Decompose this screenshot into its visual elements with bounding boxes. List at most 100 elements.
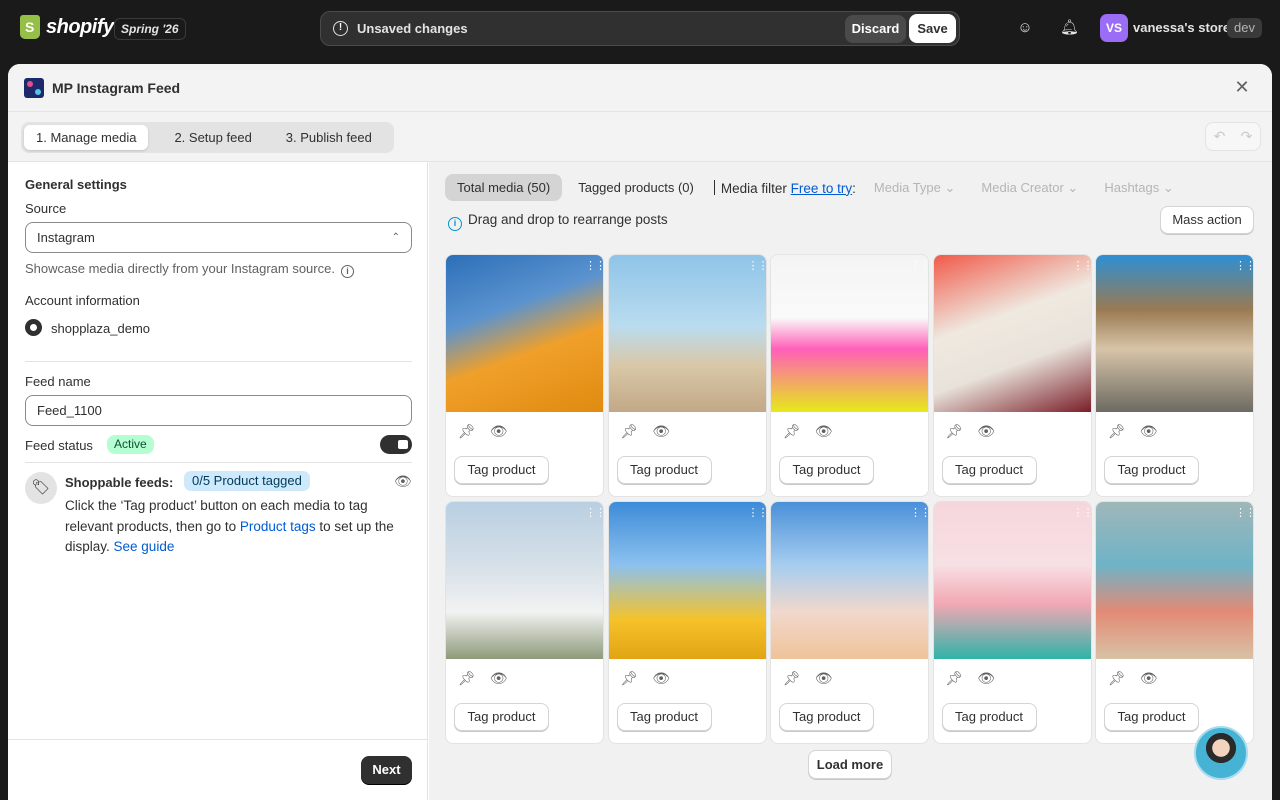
product-tags-link[interactable]: Product tags <box>240 519 316 534</box>
mass-action-button[interactable]: Mass action <box>1160 206 1254 234</box>
media-card[interactable]: ⋮⋮ 📌︎ 👁︎ Tag product <box>1095 500 1254 744</box>
eye-icon[interactable]: 👁︎ <box>490 670 508 687</box>
free-to-try-link[interactable]: Free to try <box>791 181 853 196</box>
feed-status-label: Feed status <box>25 438 93 453</box>
media-thumbnail[interactable]: ⋮⋮ <box>608 255 766 412</box>
media-card[interactable]: ⋮⋮ 📌︎ 👁︎ Tag product <box>607 254 767 497</box>
edition-badge[interactable]: Spring '26 <box>114 18 186 40</box>
media-card[interactable]: ⋮⋮ 📌︎ 👁︎ Tag product <box>445 254 604 497</box>
media-filter-label: Media filter Free to try: <box>713 179 856 196</box>
undo-icon[interactable]: ↶ <box>1206 123 1233 150</box>
eye-icon[interactable]: 👁︎ <box>394 473 412 490</box>
tag-product-button[interactable]: Tag product <box>941 702 1037 731</box>
see-guide-link[interactable]: See guide <box>114 539 175 554</box>
media-card[interactable]: ⋮⋮ 📌︎ 👁︎ Tag product <box>932 500 1092 744</box>
pin-icon[interactable]: 📌︎ <box>783 670 801 687</box>
source-select[interactable]: Instagram ⌃ <box>25 222 412 253</box>
bell-icon[interactable]: 🔔︎ <box>1060 19 1079 37</box>
drag-handle-icon[interactable]: ⋮⋮ <box>748 507 766 518</box>
account-radio[interactable] <box>25 319 42 336</box>
shopify-bag-icon <box>20 15 40 39</box>
eye-icon[interactable]: 👁︎ <box>815 670 833 687</box>
tag-product-button[interactable]: Tag product <box>779 456 874 484</box>
media-thumbnail[interactable]: ⋮⋮ <box>771 255 928 412</box>
drag-handle-icon[interactable]: ⋮⋮ <box>585 261 603 272</box>
account-name[interactable]: shopplaza_demo <box>51 321 150 336</box>
media-thumbnail[interactable]: ⋮⋮ <box>933 255 1091 412</box>
filter-hashtags-label: Hashtags <box>1104 179 1160 195</box>
support-chat-avatar[interactable] <box>1194 726 1248 780</box>
media-thumbnail[interactable]: ⋮⋮ <box>608 501 766 659</box>
discard-button[interactable]: Discard <box>845 15 906 43</box>
info-icon[interactable]: i <box>340 265 354 278</box>
eye-icon[interactable]: 👁︎ <box>1140 423 1158 440</box>
tag-product-button[interactable]: Tag product <box>616 702 712 731</box>
close-icon[interactable]: ✕ <box>1233 78 1251 96</box>
feed-name-input[interactable]: Feed_1100 <box>25 395 412 426</box>
drag-handle-icon[interactable]: ⋮⋮ <box>910 507 928 518</box>
drag-handle-icon[interactable]: ⋮⋮ <box>1073 507 1091 518</box>
pin-icon[interactable]: 📌︎ <box>1108 423 1126 440</box>
pin-icon[interactable]: 📌︎ <box>621 670 639 687</box>
tag-product-button[interactable]: Tag product <box>454 702 549 731</box>
media-card[interactable]: ⋮⋮ 📌︎ 👁︎ Tag product <box>770 254 929 497</box>
filter-media-type[interactable]: Media Type ⌄ <box>874 180 956 196</box>
tab-setup-feed[interactable]: 2. Setup feed <box>162 125 263 150</box>
pin-icon[interactable]: 📌︎ <box>621 423 639 440</box>
sidekick-icon[interactable]: ☺ <box>1016 19 1034 37</box>
media-thumbnail[interactable]: ⋮⋮ <box>446 501 603 659</box>
drag-handle-icon[interactable]: ⋮⋮ <box>1073 261 1091 272</box>
load-more-button[interactable]: Load more <box>808 750 892 779</box>
avatar[interactable]: VS <box>1100 14 1128 42</box>
tag-product-button[interactable]: Tag product <box>779 702 874 731</box>
media-thumbnail[interactable]: ⋮⋮ <box>1096 501 1253 659</box>
modal-title: MP Instagram Feed <box>52 80 181 96</box>
tag-product-button[interactable]: Tag product <box>1104 456 1199 484</box>
eye-icon[interactable]: 👁︎ <box>1140 670 1158 687</box>
redo-icon[interactable]: ↷ <box>1233 123 1260 150</box>
next-button[interactable]: Next <box>361 756 412 784</box>
eye-icon[interactable]: 👁︎ <box>652 423 670 440</box>
drag-handle-icon[interactable]: ⋮⋮ <box>1235 507 1253 518</box>
tab-tagged-products[interactable]: Tagged products (0) <box>566 174 706 201</box>
media-thumbnail[interactable]: ⋮⋮ <box>933 501 1091 659</box>
media-card[interactable]: ⋮⋮ 📌︎ 👁︎ Tag product <box>607 500 767 744</box>
media-thumbnail[interactable]: ⋮⋮ <box>1096 255 1253 412</box>
media-card[interactable]: ⋮⋮ 📌︎ 👁︎ Tag product <box>932 254 1092 497</box>
pin-icon[interactable]: 📌︎ <box>458 423 476 440</box>
media-card[interactable]: ⋮⋮ 📌︎ 👁︎ Tag product <box>770 500 929 744</box>
pin-icon[interactable]: 📌︎ <box>1108 670 1126 687</box>
tag-product-button[interactable]: Tag product <box>616 456 712 484</box>
tag-icon: 🏷︎ <box>25 472 57 504</box>
eye-icon[interactable]: 👁︎ <box>977 670 995 687</box>
media-card[interactable]: ⋮⋮ 📌︎ 👁︎ Tag product <box>1095 254 1254 497</box>
store-name[interactable]: vanessa's store <box>1133 20 1230 35</box>
drag-handle-icon[interactable]: ⋮⋮ <box>748 261 766 272</box>
feed-status-toggle[interactable] <box>380 435 412 454</box>
drag-handle-icon[interactable]: ⋮⋮ <box>1235 261 1253 272</box>
separator <box>713 179 715 195</box>
filter-media-creator[interactable]: Media Creator ⌄ <box>981 180 1078 196</box>
eye-icon[interactable]: 👁︎ <box>815 423 833 440</box>
tab-manage-media[interactable]: 1. Manage media <box>24 125 149 150</box>
drag-handle-icon[interactable]: ⋮⋮ <box>585 507 603 518</box>
save-button[interactable]: Save <box>909 14 956 43</box>
tab-publish-feed[interactable]: 3. Publish feed <box>274 125 384 150</box>
eye-icon[interactable]: 👁︎ <box>490 423 508 440</box>
pin-icon[interactable]: 📌︎ <box>783 423 801 440</box>
pin-icon[interactable]: 📌︎ <box>946 423 964 440</box>
media-thumbnail[interactable]: ⋮⋮ <box>771 501 928 659</box>
eye-icon[interactable]: 👁︎ <box>977 423 995 440</box>
shopify-logo[interactable]: shopify <box>20 15 114 39</box>
media-card[interactable]: ⋮⋮ 📌︎ 👁︎ Tag product <box>445 500 604 744</box>
eye-icon[interactable]: 👁︎ <box>652 670 670 687</box>
pin-icon[interactable]: 📌︎ <box>458 670 476 687</box>
tag-product-button[interactable]: Tag product <box>454 456 549 484</box>
media-thumbnail[interactable]: ⋮⋮ <box>446 255 603 412</box>
tag-product-button[interactable]: Tag product <box>941 456 1037 484</box>
drag-handle-icon[interactable]: ⋮⋮ <box>910 261 928 272</box>
tag-product-button[interactable]: Tag product <box>1104 702 1199 731</box>
filter-hashtags[interactable]: Hashtags ⌄ <box>1104 180 1173 196</box>
pin-icon[interactable]: 📌︎ <box>946 670 964 687</box>
tab-total-media[interactable]: Total media (50) <box>445 174 563 201</box>
